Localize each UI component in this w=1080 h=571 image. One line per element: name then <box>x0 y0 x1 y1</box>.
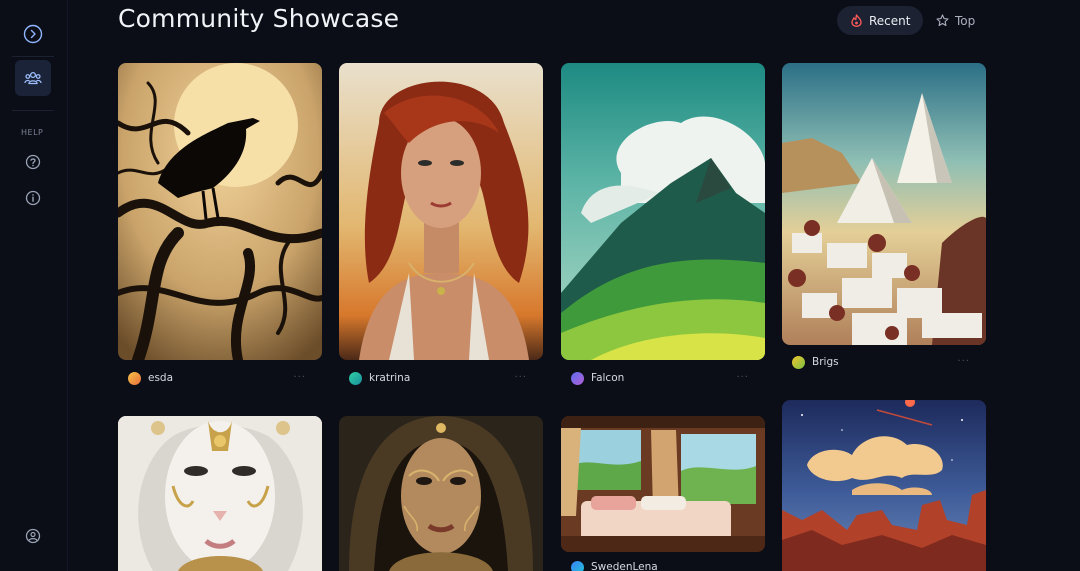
sidebar-item-info[interactable] <box>15 180 51 216</box>
avatar[interactable] <box>349 371 362 385</box>
page-title: Community Showcase <box>118 4 400 33</box>
card-image-canyon[interactable] <box>782 400 986 571</box>
username[interactable]: SwedenLena <box>591 561 658 571</box>
card-image-raven[interactable] <box>118 63 322 360</box>
info-circle-icon <box>25 190 41 206</box>
card-meta: Brigs ··· <box>782 352 986 372</box>
card-meta: SwedenLena <box>561 557 765 571</box>
tab-recent[interactable]: Recent <box>837 6 924 35</box>
username[interactable]: Falcon <box>591 372 624 384</box>
sidebar: HELP <box>0 0 68 571</box>
card-meta: esda ··· <box>118 368 322 388</box>
card-image-masked-face[interactable] <box>118 416 322 571</box>
tab-recent-label: Recent <box>869 13 911 28</box>
card-image-mountain[interactable] <box>561 63 765 360</box>
avatar[interactable] <box>571 371 584 385</box>
sidebar-divider <box>12 56 54 57</box>
star-icon <box>936 14 949 27</box>
sidebar-item-community[interactable] <box>15 60 51 96</box>
user-circle-icon <box>25 528 41 544</box>
more-options-button[interactable]: ··· <box>514 372 527 383</box>
flame-icon <box>851 14 862 27</box>
sidebar-item-account[interactable] <box>15 518 51 554</box>
avatar[interactable] <box>571 560 584 571</box>
card-image-portrait[interactable] <box>339 63 543 360</box>
more-options-button[interactable]: ··· <box>957 356 970 367</box>
chevron-right-circle-icon <box>23 24 43 44</box>
more-options-button[interactable]: ··· <box>293 372 306 383</box>
username[interactable]: esda <box>148 372 173 384</box>
card-meta: Falcon ··· <box>561 368 765 388</box>
avatar[interactable] <box>128 371 141 385</box>
username[interactable]: Brigs <box>812 356 839 368</box>
help-section-label: HELP <box>21 128 44 137</box>
card-image-bedroom[interactable] <box>561 416 765 552</box>
question-circle-icon <box>25 154 41 170</box>
more-options-button[interactable]: ··· <box>736 372 749 383</box>
avatar[interactable] <box>792 355 805 369</box>
card-meta: kratrina ··· <box>339 368 543 388</box>
sidebar-divider <box>12 110 54 111</box>
tab-top[interactable]: Top <box>924 6 988 35</box>
card-image-hooded-woman[interactable] <box>339 416 543 571</box>
card-image-pyramids[interactable] <box>782 63 986 345</box>
expand-sidebar-button[interactable] <box>15 16 51 52</box>
community-icon <box>24 71 42 85</box>
sidebar-item-help[interactable] <box>15 144 51 180</box>
username[interactable]: kratrina <box>369 372 410 384</box>
tab-top-label: Top <box>955 13 976 28</box>
